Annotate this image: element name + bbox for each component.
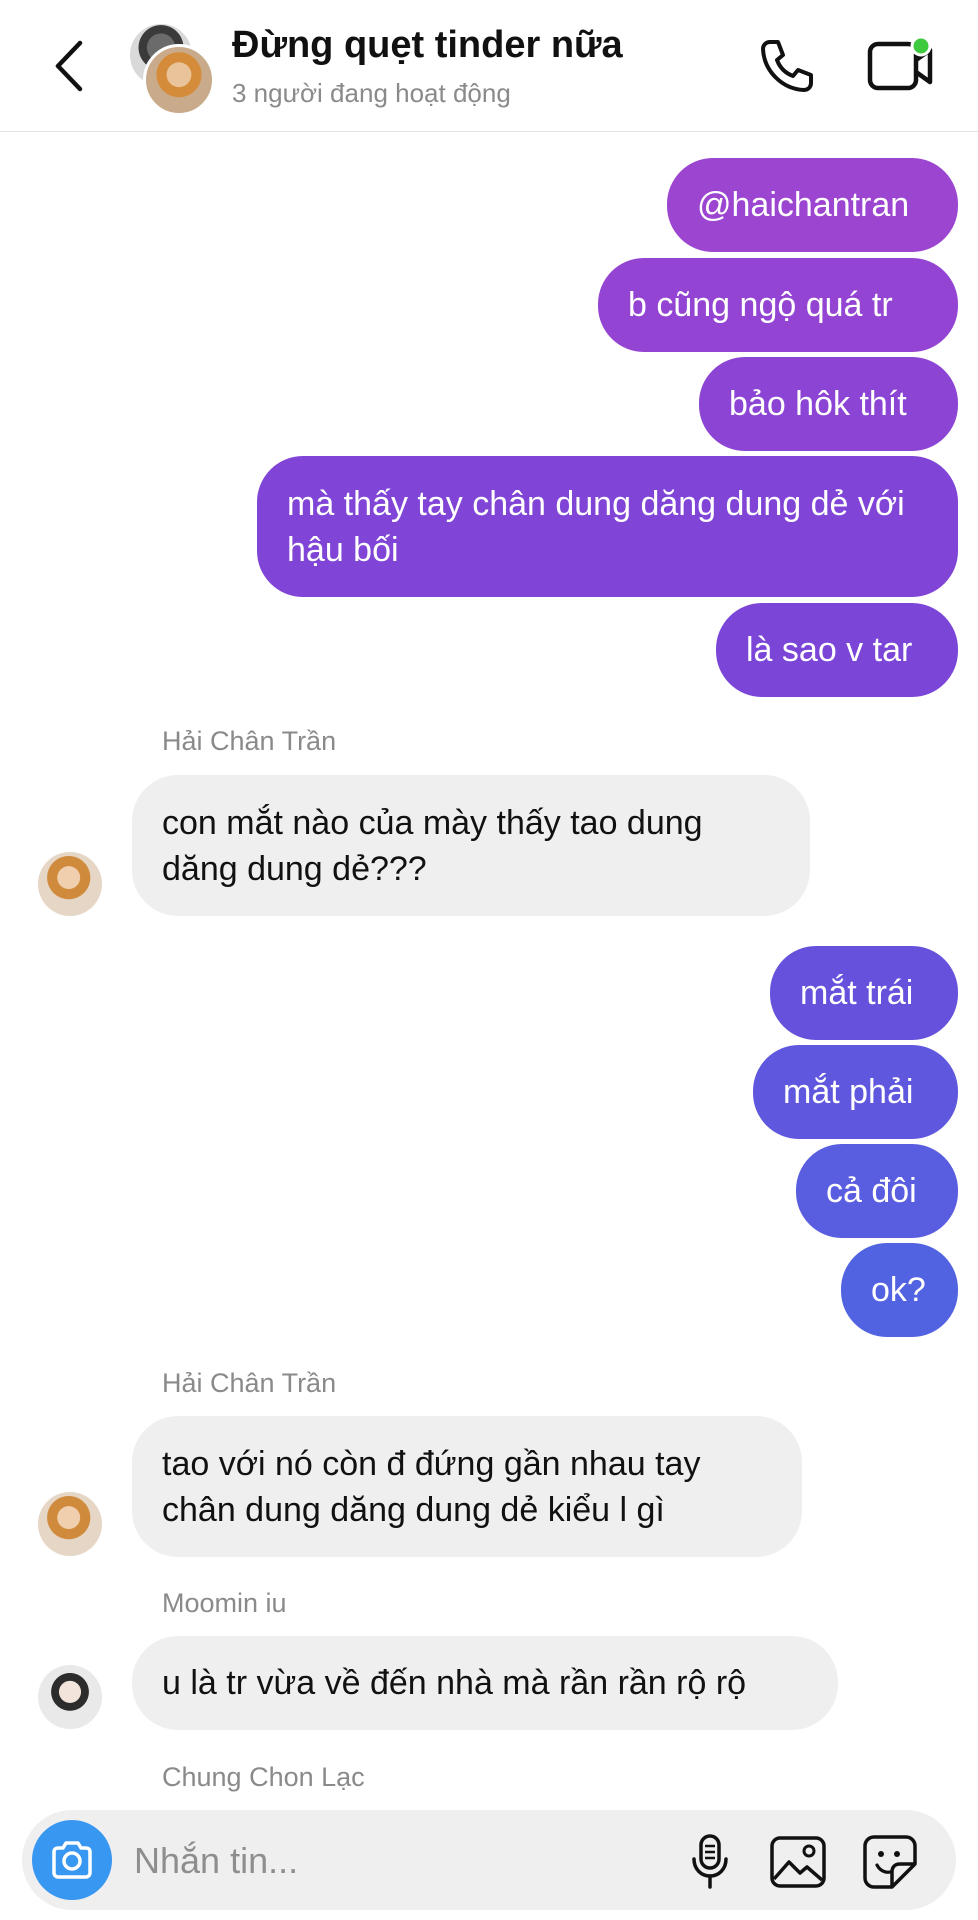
message-text: mắt phải	[783, 1073, 914, 1111]
camera-button[interactable]	[32, 1820, 112, 1900]
message-text: con mắt nào của mày thấy tao dung dăng d…	[162, 803, 703, 888]
chat-header: Đừng quẹt tinder nữa 3 người đang hoạt đ…	[0, 0, 978, 132]
sticker-icon	[863, 1835, 917, 1889]
message-text: @haichantran	[697, 186, 910, 224]
message-bubble-outgoing[interactable]: là sao v tar	[716, 603, 958, 697]
message-bubble-incoming[interactable]: tao với nó còn đ đứng gần nhau tay chân …	[132, 1416, 802, 1557]
message-bubble-incoming[interactable]: con mắt nào của mày thấy tao dung dăng d…	[132, 775, 810, 916]
sender-avatar[interactable]	[38, 1665, 102, 1729]
chevron-left-icon	[55, 40, 83, 92]
message-text: b cũng ngộ quá tr	[628, 286, 893, 324]
message-bubble-incoming[interactable]: u là tr vừa về đến nhà mà rần rần rộ rộ	[132, 1636, 838, 1730]
sender-name: Chung Chon Lạc	[162, 1762, 365, 1792]
message-input[interactable]	[132, 1832, 656, 1890]
sender-name: Hải Chân Trần	[162, 1368, 337, 1398]
sender-avatar[interactable]	[38, 1492, 102, 1556]
call-button[interactable]	[756, 36, 816, 96]
message-bubble-outgoing[interactable]: @haichantran	[667, 158, 958, 252]
message-bubble-outgoing[interactable]: bảo hôk thít	[699, 357, 958, 451]
message-text: mắt trái	[800, 974, 914, 1012]
chat-title[interactable]: Đừng quẹt tinder nữa	[232, 24, 623, 67]
sender-name: Moomin iu	[162, 1588, 287, 1618]
message-bubble-outgoing[interactable]: mà thấy tay chân dung dăng dung dẻ với h…	[257, 456, 958, 597]
member-avatar-front	[143, 44, 215, 116]
active-indicator	[910, 35, 932, 57]
message-bubble-outgoing[interactable]: b cũng ngộ quá tr	[598, 258, 958, 352]
voice-message-button[interactable]	[680, 1832, 740, 1892]
group-avatar[interactable]	[128, 22, 215, 116]
message-bubble-outgoing[interactable]: mắt phải	[753, 1045, 958, 1139]
back-button[interactable]	[44, 36, 94, 96]
message-composer	[22, 1810, 956, 1910]
message-bubble-outgoing[interactable]: ok?	[841, 1243, 958, 1337]
message-text: u là tr vừa về đến nhà mà rần rần rộ rộ	[162, 1664, 747, 1702]
image-icon	[770, 1836, 826, 1888]
message-text: cả đôi	[826, 1172, 917, 1210]
message-text: là sao v tar	[746, 631, 913, 669]
active-status: 3 người đang hoạt động	[232, 78, 511, 108]
video-camera-icon	[867, 35, 933, 91]
sender-avatar[interactable]	[38, 852, 102, 916]
camera-icon	[52, 1841, 92, 1879]
message-text: bảo hôk thít	[729, 385, 907, 423]
microphone-icon	[692, 1834, 728, 1889]
sticker-button[interactable]	[860, 1832, 920, 1892]
message-bubble-outgoing[interactable]: cả đôi	[796, 1144, 958, 1238]
sender-name: Hải Chân Trần	[162, 726, 337, 756]
message-text: mà thấy tay chân dung dăng dung dẻ với h…	[287, 484, 905, 569]
phone-icon	[761, 40, 813, 92]
message-text: tao với nó còn đ đứng gần nhau tay chân …	[162, 1444, 701, 1529]
gallery-button[interactable]	[768, 1832, 828, 1892]
message-text: ok?	[871, 1271, 926, 1309]
message-bubble-outgoing[interactable]: mắt trái	[770, 946, 958, 1040]
video-call-button[interactable]	[866, 34, 938, 96]
